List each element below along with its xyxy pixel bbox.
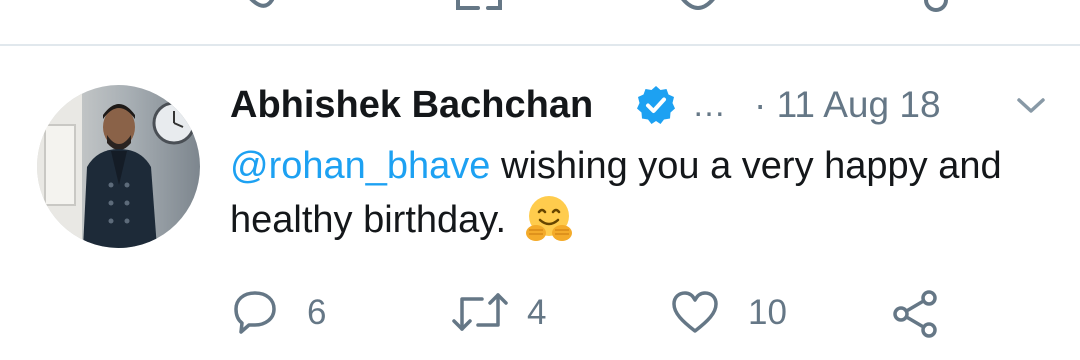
retweet-icon (452, 293, 508, 331)
like-button[interactable]: 10 (670, 285, 800, 341)
tweet-actions: 6 4 10 (0, 285, 1080, 341)
mention-link[interactable]: @rohan_bhave (230, 145, 490, 187)
tweet-text: @rohan_bhave wishing you a very happy an… (230, 140, 1060, 246)
verified-badge-icon (637, 86, 675, 124)
heart-icon (672, 291, 718, 333)
like-icon[interactable] (676, 0, 720, 26)
author-name[interactable]: Abhishek Bachchan (230, 80, 593, 130)
share-icon[interactable] (908, 0, 958, 26)
author-handle-truncated: … (692, 86, 727, 124)
reply-icon[interactable] (232, 0, 282, 26)
share-icon (893, 290, 937, 338)
retweet-button[interactable]: 4 (450, 285, 560, 341)
tweet-header: Abhishek Bachchan … · 11 Aug 18 (230, 80, 1070, 130)
tweet-divider (0, 44, 1080, 46)
avatar[interactable] (37, 85, 200, 248)
retweet-icon[interactable] (450, 0, 510, 26)
tweet-date[interactable]: · 11 Aug 18 (754, 80, 941, 130)
previous-tweet-actions (0, 0, 1080, 44)
chevron-down-icon[interactable] (1016, 96, 1046, 116)
share-button[interactable] (890, 285, 950, 341)
reply-button[interactable]: 6 (232, 285, 342, 341)
retweet-count: 4 (527, 293, 547, 332)
reply-icon (234, 291, 276, 334)
hugging-face-emoji-icon (525, 196, 572, 241)
reply-count: 6 (307, 293, 327, 332)
like-count: 10 (748, 293, 787, 332)
